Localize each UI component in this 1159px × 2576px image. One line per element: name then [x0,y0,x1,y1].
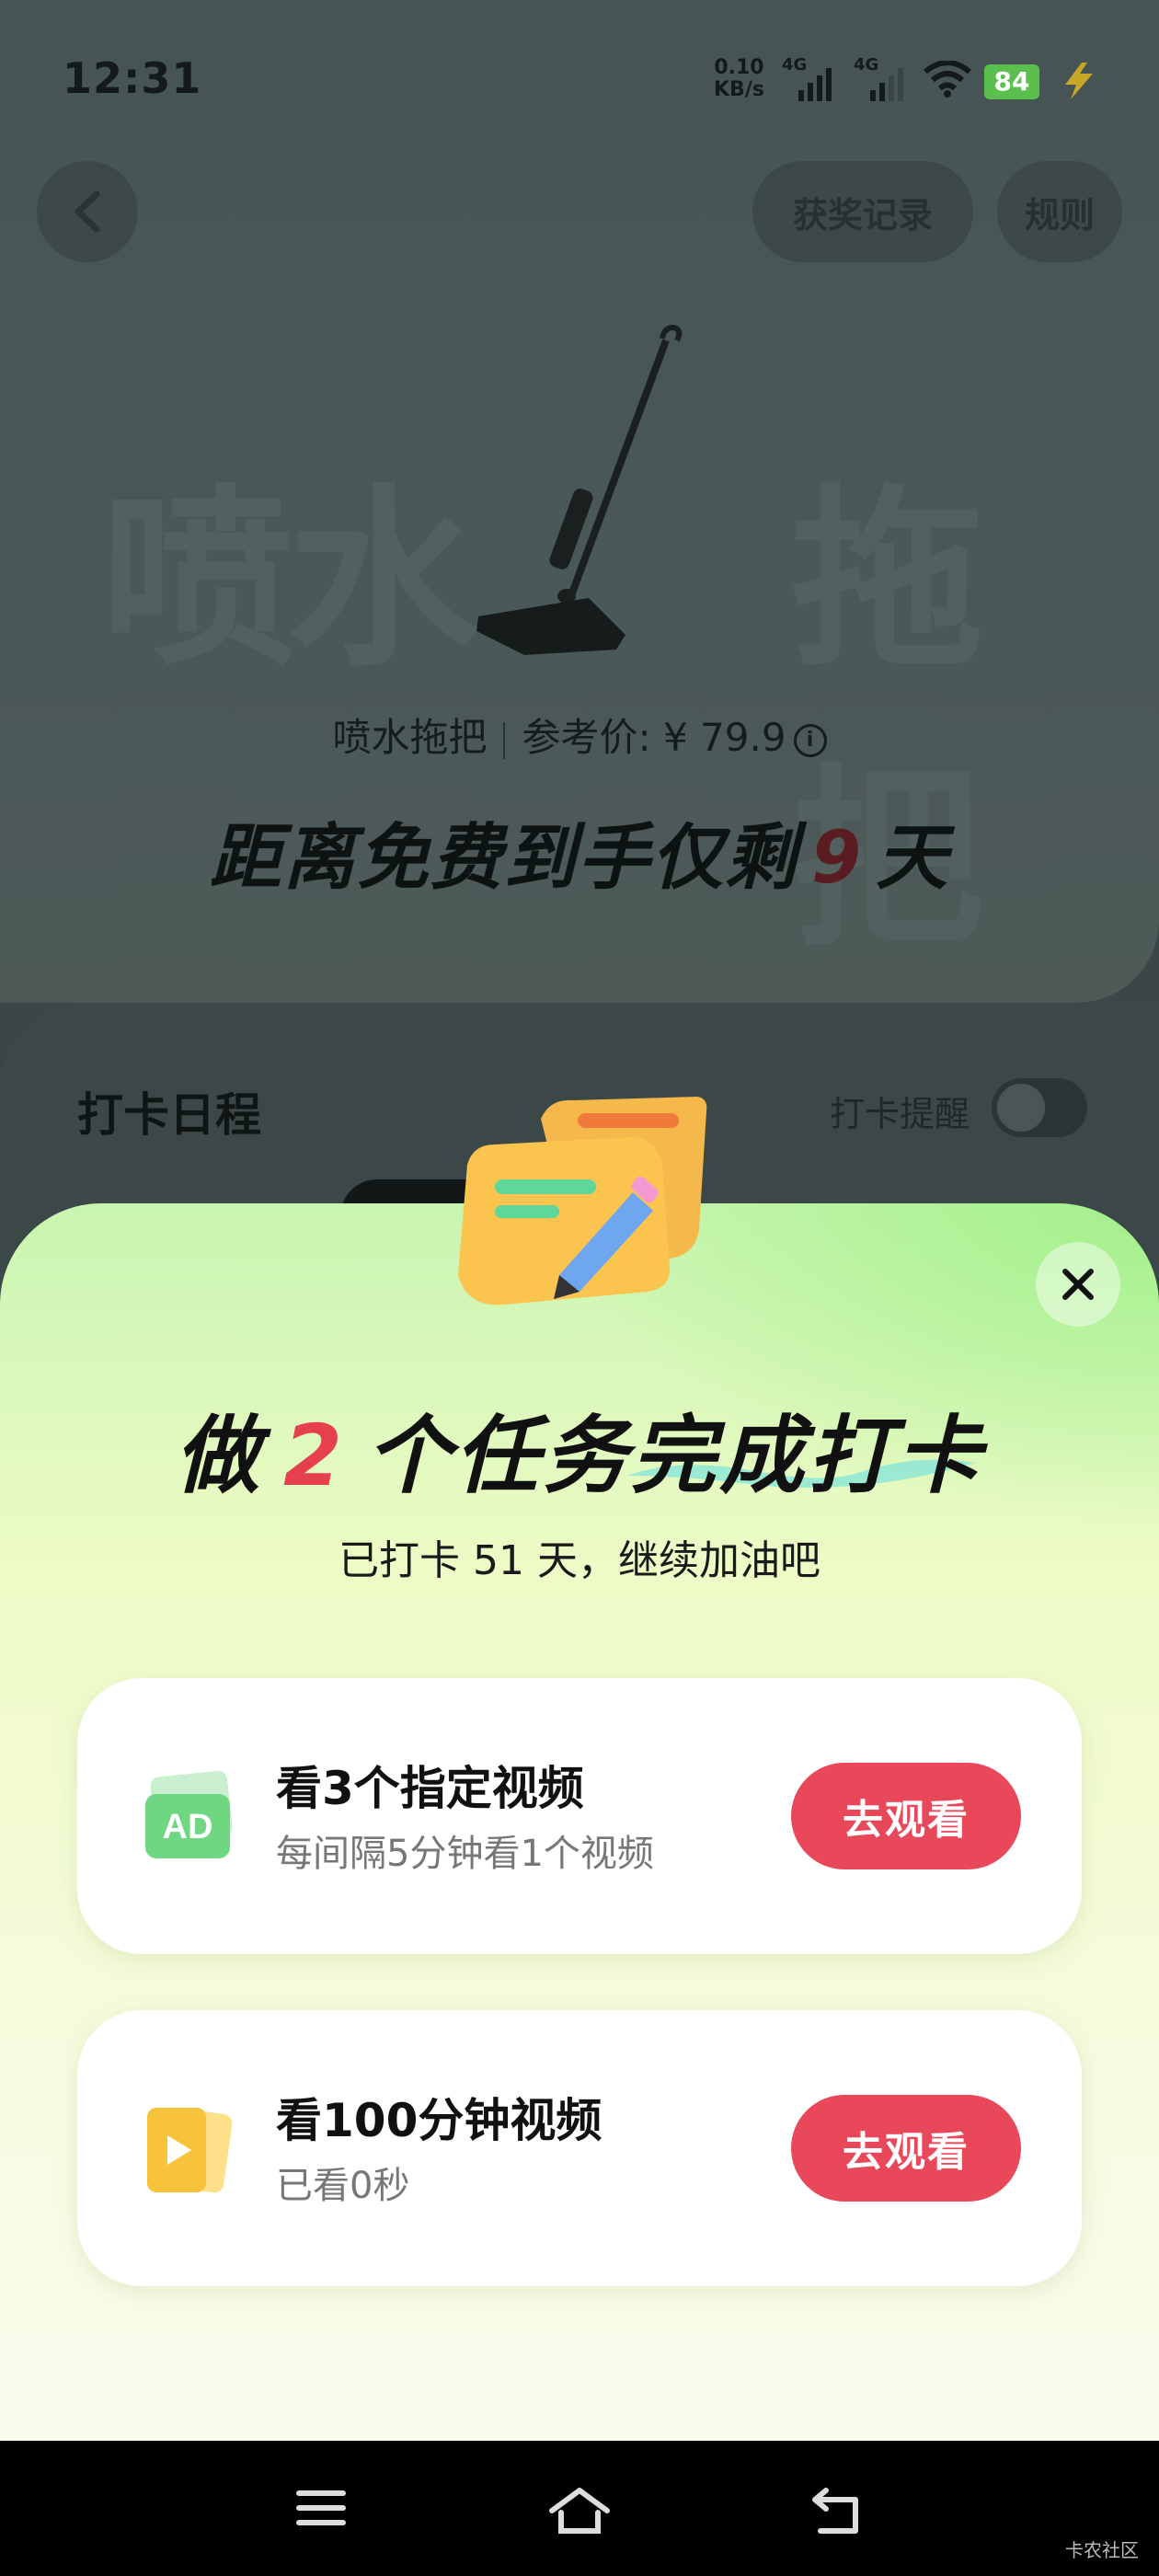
separator [503,721,506,759]
home-icon[interactable] [546,2485,613,2536]
schedule-title: 打卡日程 [77,1088,261,1142]
status-bar: 12:31 0.10 KB/s 4G 4G 84 [0,0,1159,156]
product-watermark-left: 喷水 [101,467,480,693]
chevron-left-icon [75,190,100,233]
cell-signal-1-icon: 4G [782,55,837,101]
awards-record-button[interactable]: 获奖记录 [752,161,973,262]
headline-highlight: 完成打卡 [627,1387,985,1510]
task-title: 看3个指定视频 [276,1762,584,1815]
menu-icon[interactable] [293,2485,350,2531]
ad-icon: AD [145,1770,233,1858]
countdown-days: 9 [810,817,864,900]
task-desc: 每间隔5分钟看1个视频 [276,1833,654,1875]
task-card-watch-videos: 看100分钟视频 已看0秒 去观看 [77,2010,1082,2286]
back-nav-icon[interactable] [808,2485,866,2536]
countdown-suffix: 天 [876,817,950,900]
cell-signal-2-icon: 4G [854,55,909,101]
battery-indicator: 84 [984,64,1039,99]
info-icon[interactable]: i [793,723,827,757]
system-nav-bar [0,2441,1159,2576]
toggle-knob [997,1084,1045,1132]
network-speed: 0.10 KB/s [714,57,764,101]
close-sheet-button[interactable] [1036,1242,1120,1327]
headline-prefix: 做 [174,1407,263,1505]
net-speed-value: 0.10 [714,56,764,79]
product-info-line: 喷水拖把 参考价: ¥ 79.9 i [0,707,1159,763]
task-title: 看100分钟视频 [276,2094,602,2147]
remind-label: 打卡提醒 [830,1094,970,1134]
video-play-icon [147,2108,233,2193]
charging-bolt-icon [1065,63,1093,99]
back-button[interactable] [37,161,138,262]
rules-button[interactable]: 规则 [997,161,1122,262]
wifi-icon [924,61,971,98]
mop-product-image [476,324,683,655]
product-name: 喷水拖把 [332,715,488,760]
countdown-prefix: 距离免费到手仅剩 [209,817,798,900]
headline-highlight-text: 完成打卡 [631,1407,985,1505]
remind-toggle[interactable] [992,1078,1087,1137]
document-pencil-illustration [458,1097,707,1305]
watermark-text: 卡农社区 [1065,2539,1139,2561]
go-watch-button[interactable]: 去观看 [791,1763,1021,1869]
task-desc: 已看0秒 [276,2165,410,2207]
status-time: 12:31 [63,53,202,103]
task-card-watch-ads: AD 看3个指定视频 每间隔5分钟看1个视频 去观看 [77,1678,1082,1954]
headline-mid: 个任务 [366,1407,632,1505]
headline-task-count: 2 [282,1407,346,1505]
go-watch-button[interactable]: 去观看 [791,2095,1021,2202]
product-price: 参考价: ¥ 79.9 [522,715,786,760]
sheet-headline: 做 2 个任务 完成打卡 [0,1387,1159,1510]
net-speed-unit: KB/s [714,78,764,101]
free-countdown: 距离免费到手仅剩 9 天 [0,800,1159,903]
svg-text:AD: AD [163,1808,213,1846]
checkin-streak-text: 已打卡 51 天，继续加油吧 [339,1537,820,1584]
close-icon [1062,1269,1094,1300]
